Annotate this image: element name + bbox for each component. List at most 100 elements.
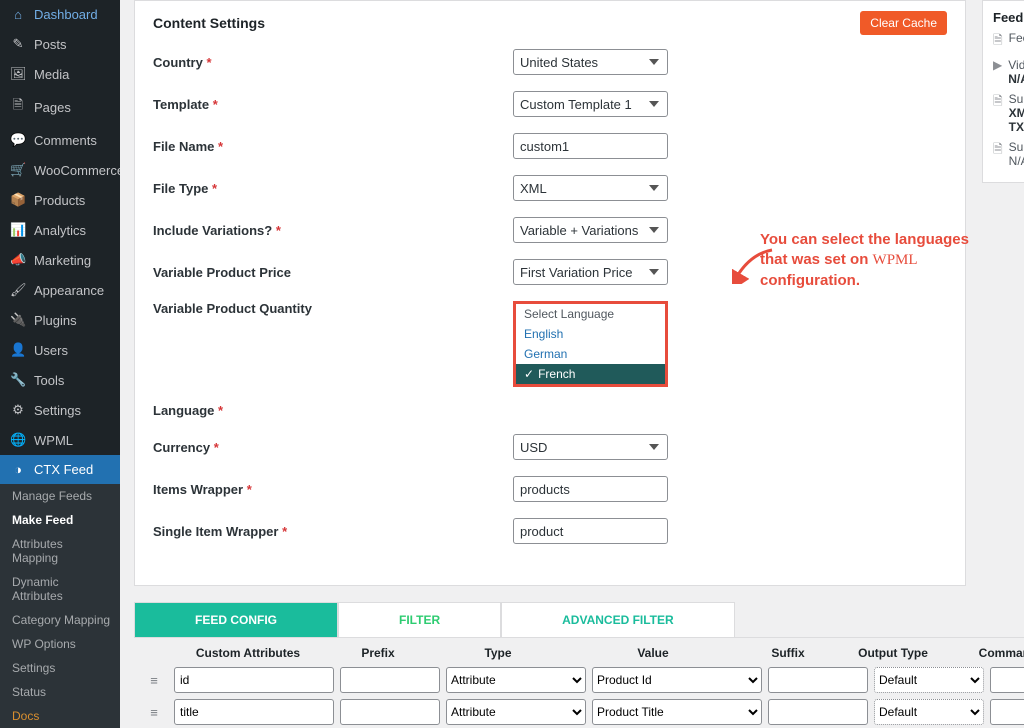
menu-icon: 📣 <box>10 252 26 268</box>
sidebar-item-marketing[interactable]: 📣 Marketing <box>0 245 120 275</box>
language-label: Language * <box>153 403 513 418</box>
currency-select[interactable]: USD <box>513 434 668 460</box>
suffix-input[interactable] <box>768 699 868 725</box>
admin-sidebar: ⌂Dashboard✎Posts 🖼 Media 🗎 Pages 💬Comments 🛒 Wo… <box>0 0 120 728</box>
drag-handle-icon[interactable]: ≡ <box>140 673 168 688</box>
menu-icon: 📊 <box>10 222 26 238</box>
sidebar-item-plugins[interactable]: 🔌Plugins <box>0 305 120 335</box>
type-select[interactable]: Attribute <box>446 667 586 693</box>
language-option-german[interactable]: German <box>516 344 665 364</box>
sidebar-item-label: Posts <box>34 37 67 52</box>
submenu-attributes-mapping[interactable]: Attributes Mapping <box>0 532 120 570</box>
submenu-dynamic-attributes[interactable]: Dynamic Attributes <box>0 570 120 608</box>
sidebar-item-analytics[interactable]: 📊 Analytics <box>0 215 120 245</box>
template-select[interactable]: Custom Template 1 <box>513 91 668 117</box>
submenu-category-mapping[interactable]: Category Mapping <box>0 608 120 632</box>
submenu-make-feed[interactable]: Make Feed <box>0 508 120 532</box>
sidebar-item-label: Settings <box>34 403 81 418</box>
submenu-wp-options[interactable]: WP Options <box>0 632 120 656</box>
variations-label: Include Variations? * <box>153 223 513 238</box>
sidebar-item-products[interactable]: 📦Products <box>0 185 120 215</box>
sidebar-item-label: Marketing <box>34 253 91 268</box>
submenu-docs[interactable]: Docs <box>0 704 120 728</box>
tab-advanced-filter[interactable]: ADVANCED FILTER <box>501 602 735 637</box>
sidebar-item-label: Dashboard <box>34 7 98 22</box>
template-label: Template * <box>153 97 513 112</box>
tab-feed-config[interactable]: FEED CONFIG <box>134 602 338 637</box>
submenu-settings[interactable]: Settings <box>0 656 120 680</box>
sidebar-item-wpml[interactable]: 🌐 WPML <box>0 425 120 455</box>
value-select[interactable]: Product Id <box>592 667 762 693</box>
menu-icon: 🛒 <box>10 162 26 178</box>
filetype-select[interactable]: XML <box>513 175 668 201</box>
menu-icon: 🗎 <box>10 96 26 118</box>
itemswrap-label: Items Wrapper * <box>153 482 513 497</box>
language-dropdown-open[interactable]: Select Language English German ✓French <box>513 301 668 387</box>
itemswrap-input[interactable] <box>513 476 668 502</box>
sidebar-item-label: Analytics <box>34 223 86 238</box>
sidebar-item-label: WPML <box>34 433 73 448</box>
feed-tabs: FEED CONFIG FILTER ADVANCED FILTER <box>134 602 1024 638</box>
menu-icon: 🖼 <box>10 66 26 82</box>
sidebar-item-label: Users <box>34 343 68 358</box>
sidebar-item-label: Pages <box>34 100 71 115</box>
sidebar-item-comments[interactable]: 💬Comments <box>0 125 120 155</box>
feed-merchant-info-box: Feed Merchant Info▴ 🗎Feed Specification:… <box>982 0 1024 183</box>
menu-icon: ◑ <box>10 462 26 477</box>
sidebar-item-label: Tools <box>34 373 64 388</box>
sidebar-item-media[interactable]: 🖼 Media <box>0 59 120 89</box>
varqty-label: Variable Product Quantity <box>153 301 513 316</box>
sidebar-item-ctx-feed[interactable]: ◑ CTX Feed <box>0 455 120 484</box>
submenu-manage-feeds[interactable]: Manage Feeds <box>0 484 120 508</box>
menu-icon: 🔧 <box>10 372 26 388</box>
sidebar-item-label: Media <box>34 67 69 82</box>
attributes-table-header: Custom Attributes Prefix Type Value Suff… <box>134 638 1024 664</box>
singlewrap-input[interactable] <box>513 518 668 544</box>
sidebar-item-label: CTX Feed <box>34 462 93 477</box>
menu-icon: 👤 <box>10 342 26 358</box>
country-select[interactable]: United States <box>513 49 668 75</box>
sidebar-item-label: WooCommerce <box>34 163 120 178</box>
sidebar-item-appearance[interactable]: 🖌Appearance <box>0 275 120 305</box>
clear-cache-button[interactable]: Clear Cache <box>860 11 947 35</box>
value-select[interactable]: Product Title <box>592 699 762 725</box>
table-row: ≡AttributeProduct IdDefault🗑 <box>134 664 1024 696</box>
output-type-select[interactable]: Default <box>874 699 984 725</box>
filetype-label: File Type * <box>153 181 513 196</box>
suffix-input[interactable] <box>768 667 868 693</box>
attr-name-input[interactable] <box>174 699 334 725</box>
prefix-input[interactable] <box>340 699 440 725</box>
sidebar-item-settings[interactable]: ⚙Settings <box>0 395 120 425</box>
table-row: ≡AttributeProduct TitleDefault🗑 <box>134 696 1024 728</box>
submenu-status[interactable]: Status <box>0 680 120 704</box>
sidebar-item-dashboard[interactable]: ⌂Dashboard <box>0 0 120 29</box>
language-option-english[interactable]: English <box>516 324 665 344</box>
country-label: Country * <box>153 55 513 70</box>
file-icon: 🗎 <box>993 92 1003 134</box>
sidebar-item-users[interactable]: 👤 Users <box>0 335 120 365</box>
menu-icon: 🌐 <box>10 432 26 448</box>
command-input[interactable] <box>990 667 1024 693</box>
language-option-placeholder[interactable]: Select Language <box>516 304 665 324</box>
sidebar-item-label: Appearance <box>34 283 104 298</box>
varprice-select[interactable]: First Variation Price <box>513 259 668 285</box>
filename-input[interactable] <box>513 133 668 159</box>
infobox-title: Feed Merchant Info <box>993 10 1024 25</box>
attr-name-input[interactable] <box>174 667 334 693</box>
sidebar-item-woocommerce[interactable]: 🛒 WooCommerce <box>0 155 120 185</box>
tab-filter[interactable]: FILTER <box>338 602 501 637</box>
output-type-select[interactable]: Default <box>874 667 984 693</box>
check-icon: ✓ <box>524 367 534 381</box>
variations-select[interactable]: Variable + Variations <box>513 217 668 243</box>
command-input[interactable] <box>990 699 1024 725</box>
singlewrap-label: Single Item Wrapper * <box>153 524 513 539</box>
prefix-input[interactable] <box>340 667 440 693</box>
video-icon: ▶ <box>993 58 1002 86</box>
sidebar-item-tools[interactable]: 🔧 Tools <box>0 365 120 395</box>
drag-handle-icon[interactable]: ≡ <box>140 705 168 720</box>
type-select[interactable]: Attribute <box>446 699 586 725</box>
sidebar-item-label: Comments <box>34 133 97 148</box>
sidebar-item-pages[interactable]: 🗎 Pages <box>0 89 120 125</box>
language-option-french[interactable]: ✓French <box>516 364 665 384</box>
sidebar-item-posts[interactable]: ✎Posts <box>0 29 120 59</box>
